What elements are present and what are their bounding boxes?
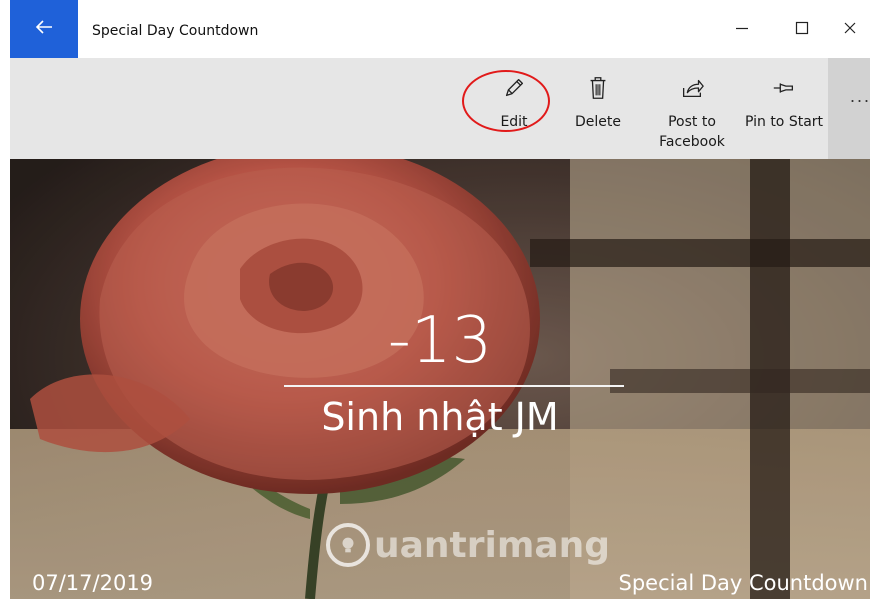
watermark-text: uantrimang	[374, 524, 611, 566]
pin-icon	[770, 74, 798, 102]
maximize-icon	[794, 20, 810, 41]
event-date: 07/17/2019	[32, 571, 154, 595]
arrow-left-icon	[34, 17, 54, 42]
close-icon	[842, 20, 858, 41]
watermark: uantrimang	[326, 519, 610, 571]
minimize-button[interactable]	[722, 14, 762, 46]
window-title: Special Day Countdown	[92, 23, 259, 39]
app-window: Special Day Countdown Edit Delete Post t…	[0, 0, 870, 599]
lightbulb-icon	[326, 523, 370, 567]
divider-line	[284, 385, 624, 387]
event-name: Sinh nhật JM	[321, 395, 559, 439]
more-options-area: ...	[828, 58, 870, 159]
more-options-button[interactable]: ...	[850, 86, 870, 107]
close-button[interactable]	[842, 14, 870, 46]
pin-to-start-label: Pin to Start	[744, 114, 824, 130]
trash-icon	[584, 74, 612, 102]
edit-highlight-circle	[462, 70, 550, 132]
days-remaining: -13	[387, 304, 493, 378]
back-button[interactable]	[10, 0, 78, 58]
post-to-facebook-button[interactable]: Post to Facebook	[650, 58, 734, 159]
countdown-hero: -13 Sinh nhật JM uantrimang 07/17/2019 S…	[10, 159, 870, 599]
share-icon	[678, 74, 706, 102]
delete-label: Delete	[575, 114, 621, 130]
post-to-facebook-label: Post to Facebook	[659, 114, 725, 150]
maximize-button[interactable]	[782, 14, 822, 46]
pin-to-start-button[interactable]: Pin to Start	[740, 58, 828, 159]
minimize-icon	[734, 20, 750, 41]
app-brand-label: Special Day Countdown	[618, 571, 868, 595]
background-strip	[0, 0, 10, 599]
title-bar: Special Day Countdown	[10, 0, 870, 58]
delete-button[interactable]: Delete	[560, 58, 636, 159]
command-bar: Edit Delete Post to Facebook Pin to Star…	[10, 58, 870, 159]
